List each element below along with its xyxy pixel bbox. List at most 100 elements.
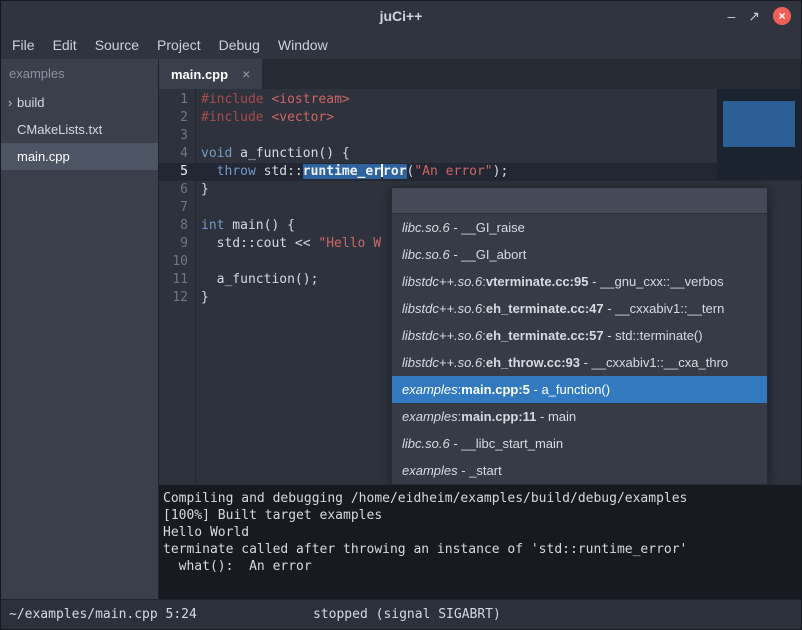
- code-text: }: [195, 181, 209, 199]
- editor-overlay-panel: [717, 89, 801, 179]
- statusbar: ~/examples/main.cpp 5:24 stopped (signal…: [1, 599, 801, 629]
- stack-text-segment: - __GI_abort: [450, 247, 527, 262]
- stack-text-segment: - _start: [458, 463, 502, 478]
- terminal-panel[interactable]: Compiling and debugging /home/eidheim/ex…: [159, 485, 801, 599]
- debug-status: stopped (signal SIGABRT): [313, 600, 501, 629]
- code-token: #include: [201, 92, 271, 107]
- menu-item-edit[interactable]: Edit: [44, 32, 86, 58]
- code-token: std::: [256, 164, 303, 179]
- file-label: build: [17, 95, 44, 110]
- code-line-4[interactable]: 4void a_function() {: [159, 145, 801, 163]
- line-number: 1: [159, 91, 195, 109]
- maximize-button[interactable]: ↗: [748, 9, 760, 23]
- line-number: 9: [159, 235, 195, 253]
- gutter-separator: [195, 89, 196, 485]
- stack-text-segment: libc.so.6: [402, 220, 450, 235]
- menu-item-debug[interactable]: Debug: [210, 32, 269, 58]
- code-line-3[interactable]: 3: [159, 127, 801, 145]
- code-line-1[interactable]: 1#include <iostream>: [159, 91, 801, 109]
- code-text: a_function();: [195, 271, 318, 289]
- minimize-button[interactable]: –: [727, 9, 735, 23]
- stack-text-segment: - __cxxabiv1::__tern: [604, 301, 725, 316]
- stack-text-segment: examples: [402, 409, 458, 424]
- stack-text-segment: eh_terminate.cc:47: [486, 301, 604, 316]
- file-label: main.cpp: [17, 149, 70, 164]
- stack-text-segment: - a_function(): [530, 382, 610, 397]
- stack-frame-item[interactable]: libc.so.6 - __GI_raise: [392, 214, 767, 241]
- line-number: 3: [159, 127, 195, 145]
- stack-text-segment: main.cpp:5: [461, 382, 530, 397]
- stack-frame-item[interactable]: examples:main.cpp:5 - a_function(): [392, 376, 767, 403]
- code-token: <iostream>: [271, 92, 349, 107]
- stack-frame-list: libc.so.6 - __GI_raiselibc.so.6 - __GI_a…: [392, 214, 767, 484]
- app-window: juCi++ – ↗ × FileEditSourceProjectDebugW…: [0, 0, 802, 630]
- line-number: 11: [159, 271, 195, 289]
- line-number: 12: [159, 289, 195, 307]
- stack-frame-item[interactable]: libc.so.6 - __GI_abort: [392, 241, 767, 268]
- line-number: 2: [159, 109, 195, 127]
- stack-frame-item[interactable]: examples:main.cpp:11 - main: [392, 403, 767, 430]
- stack-popup-search[interactable]: [392, 188, 767, 214]
- code-text: }: [195, 289, 209, 307]
- terminal-line: [100%] Built target examples: [163, 507, 801, 524]
- code-token: "Hello W: [318, 236, 381, 251]
- stack-text-segment: examples: [402, 382, 458, 397]
- stack-text-segment: libc.so.6: [402, 436, 450, 451]
- project-folder-label: examples: [1, 59, 158, 89]
- menu-item-window[interactable]: Window: [269, 32, 337, 58]
- sidebar-item-build[interactable]: ›build: [1, 89, 158, 116]
- code-text: void a_function() {: [195, 145, 350, 163]
- code-editor[interactable]: 1#include <iostream>2#include <vector>34…: [159, 89, 801, 485]
- code-token: void: [201, 146, 232, 161]
- menu-item-source[interactable]: Source: [86, 32, 148, 58]
- stack-frame-item[interactable]: libstdc++.so.6:eh_terminate.cc:47 - __cx…: [392, 295, 767, 322]
- tab-label: main.cpp: [171, 67, 228, 82]
- code-token: int: [201, 218, 224, 233]
- code-token: }: [201, 290, 209, 305]
- line-number: 7: [159, 199, 195, 217]
- overlay-highlight-block: [723, 101, 795, 147]
- code-token: std::cout <<: [201, 236, 318, 251]
- line-number: 6: [159, 181, 195, 199]
- sidebar-item-cmakelists-txt[interactable]: CMakeLists.txt: [1, 116, 158, 143]
- code-token: runtime_er: [303, 164, 381, 179]
- code-token: throw: [217, 164, 256, 179]
- stack-text-segment: eh_throw.cc:93: [486, 355, 580, 370]
- stack-text-segment: - __gnu_cxx::__verbos: [588, 274, 723, 289]
- stack-text-segment: - main: [536, 409, 576, 424]
- code-line-2[interactable]: 2#include <vector>: [159, 109, 801, 127]
- file-tree-panel: examples ›buildCMakeLists.txtmain.cpp: [1, 59, 159, 599]
- code-line-5[interactable]: 5 throw std::runtime_error("An error");: [159, 163, 801, 181]
- window-controls: – ↗ ×: [727, 1, 791, 31]
- line-number: 5: [159, 163, 195, 181]
- stack-text-segment: main.cpp:11: [461, 409, 536, 424]
- menu-item-project[interactable]: Project: [148, 32, 210, 58]
- code-token: #include: [201, 110, 271, 125]
- code-text: #include <iostream>: [195, 91, 350, 109]
- close-button[interactable]: ×: [773, 7, 791, 25]
- tab-main-cpp[interactable]: main.cpp ×: [159, 59, 262, 89]
- line-number: 10: [159, 253, 195, 271]
- terminal-line: what(): An error: [163, 558, 801, 575]
- titlebar[interactable]: juCi++ – ↗ ×: [1, 1, 801, 31]
- file-tree: ›buildCMakeLists.txtmain.cpp: [1, 89, 158, 170]
- terminal-line: Hello World: [163, 524, 801, 541]
- tabbar: main.cpp ×: [159, 59, 801, 89]
- stack-frame-item[interactable]: libstdc++.so.6:vterminate.cc:95 - __gnu_…: [392, 268, 767, 295]
- code-token: a_function();: [201, 272, 318, 287]
- expander-icon[interactable]: ›: [1, 95, 17, 110]
- terminal-output: Compiling and debugging /home/eidheim/ex…: [163, 490, 801, 575]
- stack-text-segment: eh_terminate.cc:57: [486, 328, 604, 343]
- menu-item-file[interactable]: File: [3, 32, 44, 58]
- stack-text-segment: - __libc_start_main: [450, 436, 563, 451]
- sidebar-item-main-cpp[interactable]: main.cpp: [1, 143, 158, 170]
- stack-frame-item[interactable]: libc.so.6 - __libc_start_main: [392, 430, 767, 457]
- close-icon: ×: [778, 10, 785, 22]
- stack-text-segment: examples: [402, 463, 458, 478]
- stack-frame-item[interactable]: examples - _start: [392, 457, 767, 484]
- code-text: int main() {: [195, 217, 295, 235]
- stack-frame-item[interactable]: libstdc++.so.6:eh_terminate.cc:57 - std:…: [392, 322, 767, 349]
- stack-text-segment: vterminate.cc:95: [486, 274, 589, 289]
- stack-frame-item[interactable]: libstdc++.so.6:eh_throw.cc:93 - __cxxabi…: [392, 349, 767, 376]
- tab-close-icon[interactable]: ×: [242, 66, 250, 82]
